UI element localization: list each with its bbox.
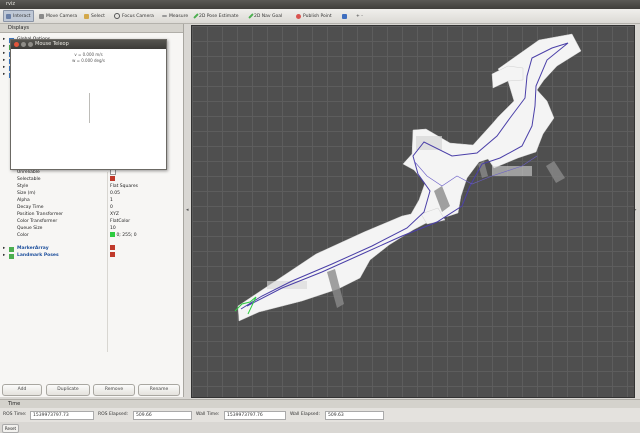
main-toolbar: Interact Move Camera Select Focus Camera… bbox=[0, 9, 640, 24]
prop-label: Color bbox=[17, 233, 29, 238]
close-icon[interactable] bbox=[14, 42, 19, 47]
measure-icon bbox=[162, 15, 167, 17]
prop-value: 0; 255; 0 bbox=[116, 233, 137, 238]
panel-splitter-icon[interactable]: ◂ bbox=[186, 207, 189, 213]
plus-icon bbox=[342, 13, 347, 19]
wall-shadow bbox=[546, 161, 565, 183]
minimize-icon[interactable] bbox=[21, 42, 26, 47]
3d-viewport[interactable] bbox=[191, 25, 635, 398]
tool-select[interactable]: Select bbox=[84, 11, 105, 21]
tool-select-label: Select bbox=[91, 13, 105, 19]
prop-color[interactable]: Color 0; 255; 0 bbox=[0, 232, 182, 240]
tool-extra[interactable] bbox=[342, 11, 347, 21]
mouse-teleop-window[interactable]: Mouse Teleop v = 0.000 m/s w = 0.000 deg… bbox=[10, 39, 167, 170]
teleop-velocity-indicator bbox=[89, 93, 90, 123]
ros-elapsed-label: ROS Elapsed: bbox=[98, 412, 129, 417]
angular-velocity-readout: w = 0.000 deg/s bbox=[72, 58, 105, 63]
time-panel: ROS Time: 1539973797.73 ROS Elapsed: 509… bbox=[0, 408, 640, 422]
tool-publish-point-label: Publish Point bbox=[303, 13, 332, 19]
landmark-poses-checkbox[interactable] bbox=[110, 252, 115, 260]
rename-button[interactable]: Rename bbox=[138, 384, 180, 396]
move-camera-icon bbox=[39, 13, 44, 19]
duplicate-button[interactable]: Duplicate bbox=[46, 384, 90, 396]
expand-icon: ▸ bbox=[3, 72, 6, 77]
tool-pose-estimate-label: 2D Pose Estimate bbox=[199, 13, 239, 19]
color-value[interactable]: 0; 255; 0 bbox=[110, 232, 137, 240]
occupancy-map bbox=[237, 33, 582, 322]
tree-item-landmark-poses[interactable]: ▸ Landmark Poses bbox=[0, 252, 182, 260]
nav-goal-icon bbox=[248, 13, 254, 19]
wall-elapsed-field[interactable]: 509.63 bbox=[325, 411, 384, 420]
tool-focus-camera-label: Focus Camera bbox=[122, 13, 154, 19]
tool-measure-label: Measure bbox=[169, 13, 189, 19]
property-column-divider bbox=[107, 172, 108, 352]
teleop-title: Mouse Teleop bbox=[35, 41, 69, 47]
displays-title: Displays bbox=[8, 25, 30, 31]
select-icon bbox=[84, 13, 89, 19]
tool-nav-goal[interactable]: 2D Nav Goal bbox=[248, 11, 283, 21]
ros-elapsed-field[interactable]: 509.66 bbox=[133, 411, 192, 420]
explored-area bbox=[237, 33, 582, 322]
tool-publish-point[interactable]: Publish Point bbox=[296, 11, 332, 21]
color-swatch bbox=[110, 232, 115, 237]
tool-interact[interactable]: Interact bbox=[3, 10, 34, 22]
marker-icon bbox=[9, 253, 14, 259]
tool-move-camera-label: Move Camera bbox=[46, 13, 78, 19]
pose-estimate-icon bbox=[193, 13, 199, 19]
tool-pose-estimate[interactable]: 2D Pose Estimate bbox=[193, 11, 239, 21]
tool-focus-camera[interactable]: Focus Camera bbox=[114, 11, 154, 21]
ros-time-label: ROS Time: bbox=[3, 412, 27, 417]
displays-button-bar: Add Duplicate Remove Rename bbox=[0, 384, 183, 397]
maximize-icon[interactable] bbox=[28, 42, 33, 47]
window-titlebar: rviz bbox=[0, 0, 640, 9]
tool-move-camera[interactable]: Move Camera bbox=[39, 11, 77, 21]
tool-interact-label: Interact bbox=[13, 13, 31, 19]
tool-measure[interactable]: Measure bbox=[162, 11, 188, 21]
add-button[interactable]: Add bbox=[2, 384, 42, 396]
interact-icon bbox=[6, 13, 11, 19]
ros-time-field[interactable]: 1539973797.73 bbox=[30, 411, 94, 420]
reset-button[interactable]: Reset bbox=[2, 424, 19, 433]
wall-elapsed-label: Wall Elapsed: bbox=[290, 412, 321, 417]
marker-icon bbox=[9, 246, 14, 252]
publish-point-icon bbox=[296, 13, 301, 19]
wall-time-label: Wall Time: bbox=[196, 412, 220, 417]
wall-time-field[interactable]: 1539973797.76 bbox=[224, 411, 286, 420]
tree-item-label: Landmark Poses bbox=[17, 253, 59, 258]
expand-icon: ▸ bbox=[3, 253, 6, 258]
linear-velocity-readout: v = 0.000 m/s bbox=[74, 52, 103, 57]
window-title: rviz bbox=[6, 1, 16, 7]
tool-more[interactable]: + - bbox=[356, 11, 363, 21]
map-render bbox=[234, 33, 582, 322]
time-panel-title: Time bbox=[8, 401, 21, 407]
teleop-titlebar[interactable]: Mouse Teleop bbox=[11, 40, 166, 49]
displays-header: Displays bbox=[0, 24, 183, 33]
remove-button[interactable]: Remove bbox=[93, 384, 135, 396]
focus-camera-icon bbox=[114, 13, 120, 19]
tool-more-label: + - bbox=[356, 13, 363, 19]
tool-nav-goal-label: 2D Nav Goal bbox=[254, 13, 283, 19]
